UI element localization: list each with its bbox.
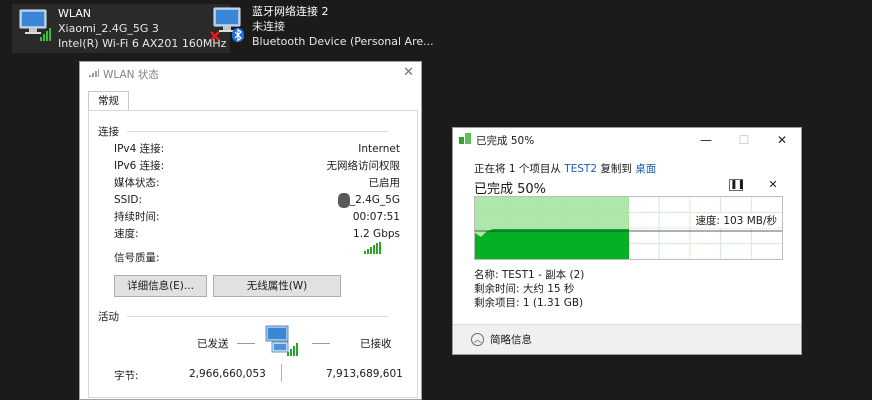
adapter-name: 蓝牙网络连接 2 xyxy=(252,5,329,18)
copy-items-remaining: 剩余项目: 1 (1.31 GB) xyxy=(474,297,584,309)
source-link[interactable]: TEST2 xyxy=(564,163,597,175)
dialog-titlebar: WLAN 状态 ✕ xyxy=(80,62,421,86)
copy-time-remaining: 剩余时间: 大约 15 秒 xyxy=(474,283,575,295)
details-button[interactable]: 详细信息(E)... xyxy=(114,275,207,297)
ipv4-row: IPv4 连接: Internet xyxy=(114,143,400,155)
ssid-redaction-blob xyxy=(337,193,350,208)
wifi-signal-icon xyxy=(89,68,99,80)
speed-area xyxy=(475,229,629,259)
destination-link[interactable]: 桌面 xyxy=(635,163,656,175)
bytes-sent-value: 2,966,660,053 xyxy=(189,368,266,380)
bluetooth-adapter-tile[interactable]: 蓝牙网络连接 2 未连接 Bluetooth Device (Personal … xyxy=(208,4,434,49)
maximize-icon: ☐ xyxy=(738,133,750,147)
received-label: 已接收 xyxy=(360,338,392,350)
bluetooth-adapter-icon xyxy=(208,4,246,42)
sent-dash xyxy=(237,343,255,344)
copy-description: 正在将 1 个项目从 TEST2 复制到 桌面 xyxy=(474,163,657,175)
adapter-device: Bluetooth Device (Personal Are... xyxy=(252,35,434,48)
file-copy-dialog: 已完成 50% — ☐ ✕ 正在将 1 个项目从 TEST2 复制到 桌面 已完… xyxy=(452,127,802,355)
transfer-speed: 速度: 103 MB/秒 xyxy=(694,213,778,228)
connection-section-header: 连接 xyxy=(98,124,389,139)
adapter-name: WLAN xyxy=(58,7,92,20)
copy-titlebar: 已完成 50% — ☐ ✕ xyxy=(453,128,801,152)
close-icon[interactable]: ✕ xyxy=(403,65,414,80)
pause-icon: ❚❚ xyxy=(730,180,746,190)
signal-quality-row: 信号质量: xyxy=(114,252,160,264)
ssid-row: SSID: _2.4G_5G xyxy=(114,193,400,208)
minimize-icon[interactable]: — xyxy=(687,128,725,152)
sent-label: 已发送 xyxy=(197,338,229,350)
wifi-adapter-icon xyxy=(14,6,52,44)
fewer-details-toggle[interactable]: ︿ 简略信息 xyxy=(453,324,801,354)
pause-button[interactable]: ❚❚ xyxy=(729,179,746,191)
bytes-received-value: 7,913,689,601 xyxy=(326,368,403,380)
bytes-divider xyxy=(281,364,282,382)
activity-section-header: 活动 xyxy=(98,309,389,324)
wlan-adapter-tile[interactable]: WLAN Xiaomi_2.4G_5G 3 Intel(R) Wi-Fi 6 A… xyxy=(12,4,231,53)
copy-percent-status: 已完成 50% xyxy=(474,182,547,197)
media-state-row: 媒体状态: 已启用 xyxy=(114,177,400,189)
speed-graph-svg xyxy=(475,197,782,259)
wireless-properties-button[interactable]: 无线属性(W) xyxy=(213,275,341,297)
tab-general[interactable]: 常规 xyxy=(88,91,129,111)
copy-progress-icon xyxy=(459,133,471,147)
chevron-up-icon: ︿ xyxy=(471,333,484,346)
adapter-device: Intel(R) Wi-Fi 6 AX201 160MHz xyxy=(58,37,227,50)
copy-window-title: 已完成 50% xyxy=(476,134,535,147)
wlan-status-dialog: WLAN 状态 ✕ 常规 连接 IPv4 连接: Internet IPv6 连接… xyxy=(79,61,422,400)
duration-row: 持续时间: 00:07:51 xyxy=(114,211,400,223)
received-dash xyxy=(312,343,330,344)
network-activity-icon xyxy=(262,324,302,363)
transfer-speed-graph: 速度: 103 MB/秒 xyxy=(474,196,783,260)
bytes-label: 字节: xyxy=(114,370,139,382)
cancel-copy-icon[interactable]: ✕ xyxy=(766,179,780,191)
general-tab-pane: 连接 IPv4 连接: Internet IPv6 连接: 无网络访问权限 媒体状态… xyxy=(88,110,418,398)
copy-file-name: 名称: TEST1 - 副本 (2) xyxy=(474,269,585,281)
close-icon[interactable]: ✕ xyxy=(763,128,801,152)
adapter-network: Xiaomi_2.4G_5G 3 xyxy=(58,22,159,35)
speed-row: 速度: 1.2 Gbps xyxy=(114,228,400,240)
fewer-details-label: 简略信息 xyxy=(490,334,532,346)
dialog-title: WLAN 状态 xyxy=(103,68,159,81)
ipv6-row: IPv6 连接: 无网络访问权限 xyxy=(114,160,400,172)
adapter-network: 未连接 xyxy=(252,20,285,33)
